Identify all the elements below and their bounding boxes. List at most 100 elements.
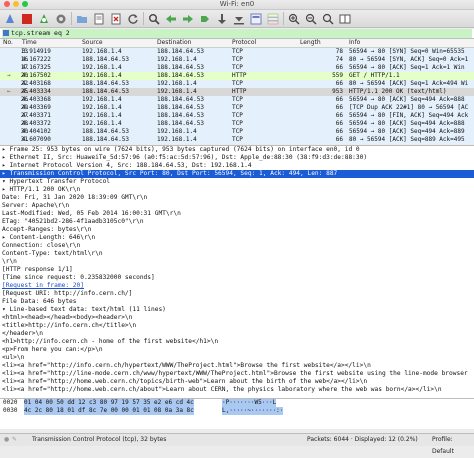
stop-icon[interactable] [20,12,33,25]
detail-tree-item[interactable]: ▸ Content-Length: 646\r\n [0,234,474,242]
zoom-in-icon[interactable] [287,12,300,25]
colorize-icon[interactable] [266,12,279,25]
detail-tree-item[interactable]: ▸ HTTP/1.1 200 OK\r\n [0,186,474,194]
column-header-info[interactable]: Info [349,39,360,47]
packet-cell-len: 66 [335,80,343,87]
go-first-icon[interactable] [215,12,228,25]
display-filter-input[interactable]: tcp.stream eq 2 [2,29,472,38]
normal-size-icon[interactable] [321,12,334,25]
packet-row[interactable]: 28 4.403372 192.168.1.4 188.184.64.53 TCP 66 5… [0,120,474,128]
close-file-icon[interactable] [109,12,122,25]
packet-cell-info: 56594 → 80 [FIN, ACK] Seq=494 Ack [349,112,469,119]
detail-tree-item[interactable]: [Request URI: http://info.cern.ch/] [0,290,474,298]
column-header-time[interactable]: Time [22,39,37,47]
bytes-row: 0030 4c 2c 80 18 01 df 8c 7e 00 00 01 01 … [0,407,474,415]
detail-tree-item[interactable]: <h1>http://info.cern.ch - home of the fi… [0,338,474,346]
packet-row[interactable]: 29 4.403369 192.168.1.4 188.184.64.53 TCP 66[… [0,104,474,112]
detail-tree-item[interactable]: <title>http://info.cern.ch</title>\n [0,322,474,330]
detail-tree-item[interactable]: <p>From here you can:</p>\n [0,346,474,354]
detail-tree-item[interactable]: Date: Fri, 31 Jan 2020 18:39:09 GMT\r\n [0,194,474,202]
detail-tree-item[interactable]: ▾ Hypertext Transfer Protocol [0,178,474,186]
detail-tree-item[interactable]: [Request in frame: 20] [0,282,474,290]
save-file-icon[interactable] [92,12,105,25]
detail-tree-item[interactable]: Last-Modified: Wed, 05 Feb 2014 16:00:31… [0,210,474,218]
packet-cell-src: 188.184.64.53 [82,80,129,87]
autoscroll-icon[interactable] [249,12,262,25]
detail-tree-item[interactable]: [HTTP response 1/1] [0,266,474,274]
detail-tree-item[interactable]: ETag: "40521bd2-286-4f1aadb3105c0"\r\n [0,218,474,226]
find-icon[interactable] [147,12,160,25]
detail-tree-item[interactable]: ▸ Frame 25: 953 bytes on wire (7624 bits… [0,146,474,154]
detail-tree-item[interactable]: <ul>\n [0,354,474,362]
detail-tree-item[interactable]: Server: Apache\r\n [0,202,474,210]
packet-row[interactable]: ← 25 4.403334 188.184.64.53 192.168.1.4 HTTP 9… [0,88,474,96]
detail-tree-item[interactable]: Content-Type: text/html\r\n [0,250,474,258]
packet-cell-info: 80 → 56594 [ACK] Seq=889 Ack=495 [349,136,465,143]
packet-row[interactable]: → 20 4.167502 192.168.1.4 188.184.64.53 HTTP 5… [0,72,474,80]
detail-tree-item[interactable]: ▸ Ethernet II, Src: HuaweiTe_5d:57:96 (a… [0,154,474,162]
packet-row[interactable]: 26 4.403368 192.168.1.4 188.184.64.53 TCP 66 5… [0,96,474,104]
capture-comment-icon[interactable]: ✎ [12,434,17,446]
detail-tree-item[interactable]: ▾ Line-based text data: text/html (11 li… [0,306,474,314]
detail-tree-item[interactable]: <html><head></head><body><header>\n [0,314,474,322]
packet-cell-dst: 192.168.1.4 [157,128,197,135]
detail-tree-item[interactable]: <li><a href="http://home.web.cern.ch/top… [0,378,474,386]
column-header-destination[interactable]: Destination [157,39,191,47]
packet-cell-dst: 188.184.64.53 [157,64,204,71]
detail-tree-item[interactable]: <li><a href="http://info.cern.ch/hyperte… [0,362,474,370]
detail-tree-item[interactable]: ▸ Transmission Control Protocol, Src Por… [0,170,474,178]
packet-cell-len: 66 [335,128,343,135]
detail-tree-item[interactable]: <li><a href="http://line-mode.cern.ch/ww… [0,370,474,378]
packet-row[interactable]: 16 4.167222 188.184.64.53 192.168.1.4 TCP 74 8… [0,56,474,64]
detail-tree-item[interactable]: <li><a href="http://home.web.cern.ch/abo… [0,386,474,394]
packet-details-pane: ▸ Frame 25: 953 bytes on wire (7624 bits… [0,145,474,398]
packet-cell-dst: 192.168.1.4 [157,88,197,95]
status-protocol-field: Transmission Control Protocol (tcp), 32 … [32,436,167,443]
bytes-hex[interactable]: 01 04 00 50 dd 12 c3 80 97 19 57 35 e2 e… [24,399,194,407]
column-header-no[interactable]: No. [3,39,13,47]
packet-cell-proto: TCP [232,136,243,143]
go-forward-icon[interactable] [181,12,194,25]
reload-icon[interactable] [126,12,139,25]
resize-columns-icon[interactable] [338,12,351,25]
zoom-out-icon[interactable] [304,12,317,25]
go-last-icon[interactable] [232,12,245,25]
detail-tree-item[interactable]: \r\n [0,258,474,266]
restart-icon[interactable] [37,12,50,25]
packet-cell-src: 192.168.1.4 [82,104,122,111]
filter-text: tcp.stream eq 2 [11,29,70,37]
go-back-icon[interactable] [164,12,177,25]
shark-fin-start-icon[interactable] [3,12,16,25]
bytes-offset: 0020 [3,399,18,406]
packet-row[interactable]: 31 4.607090 188.184.64.53 192.168.1.4 TCP 66 8… [0,136,474,144]
detail-tree-item[interactable]: Accept-Ranges: bytes\r\n [0,226,474,234]
packet-cell-time: 4.403369 [22,104,51,111]
packet-cell-dst: 188.184.64.53 [157,72,204,79]
bytes-hex[interactable]: 4c 2c 80 18 01 df 8c 7e 00 00 01 01 08 0… [24,407,194,415]
packet-row[interactable]: 13 3.914919 192.168.1.4 188.184.64.53 TCP 78 5… [0,48,474,56]
packet-row[interactable]: 27 4.403371 192.168.1.4 188.184.64.53 TCP 66 5… [0,112,474,120]
options-gear-icon[interactable] [54,12,67,25]
column-header-length[interactable]: Length [300,39,321,47]
column-header-source[interactable]: Source [82,39,103,47]
detail-tree-item[interactable]: ▸ Internet Protocol Version 4, Src: 188.… [0,162,474,170]
bytes-ascii[interactable]: L,·····~·······:· [222,407,284,415]
bookmark-icon[interactable] [3,30,9,36]
detail-tree-item[interactable]: File Data: 646 bytes [0,298,474,306]
bytes-ascii[interactable]: ·P·······W5···L [222,399,277,407]
open-folder-icon[interactable] [75,12,88,25]
detail-tree-item[interactable]: [Time since request: 0.235832000 seconds… [0,274,474,282]
status-profile[interactable]: Profile: Default [432,434,474,458]
status-packet-counts: Packets: 6044 · Displayed: 12 (0.2%) [307,436,418,443]
packet-cell-time: 4.403168 [22,80,51,87]
column-header-protocol[interactable]: Protocol [232,39,256,47]
detail-tree-item[interactable]: </header>\n [0,330,474,338]
jump-icon[interactable] [198,12,211,25]
packet-cell-src: 188.184.64.53 [82,136,129,143]
packet-row[interactable]: 30 4.404102 188.184.64.53 192.168.1.4 TCP 66 5… [0,128,474,136]
expert-info-icon[interactable]: ● [4,434,9,446]
detail-tree-item[interactable]: Connection: close\r\n [0,242,474,250]
packet-row[interactable]: 22 4.403168 188.184.64.53 192.168.1.4 TCP 66 8… [0,80,474,88]
packet-cell-info: 56594 → 80 [SYN] Seq=0 Win=65535 [349,48,465,55]
packet-row[interactable]: 17 4.167325 192.168.1.4 188.184.64.53 TCP 66 5… [0,64,474,72]
